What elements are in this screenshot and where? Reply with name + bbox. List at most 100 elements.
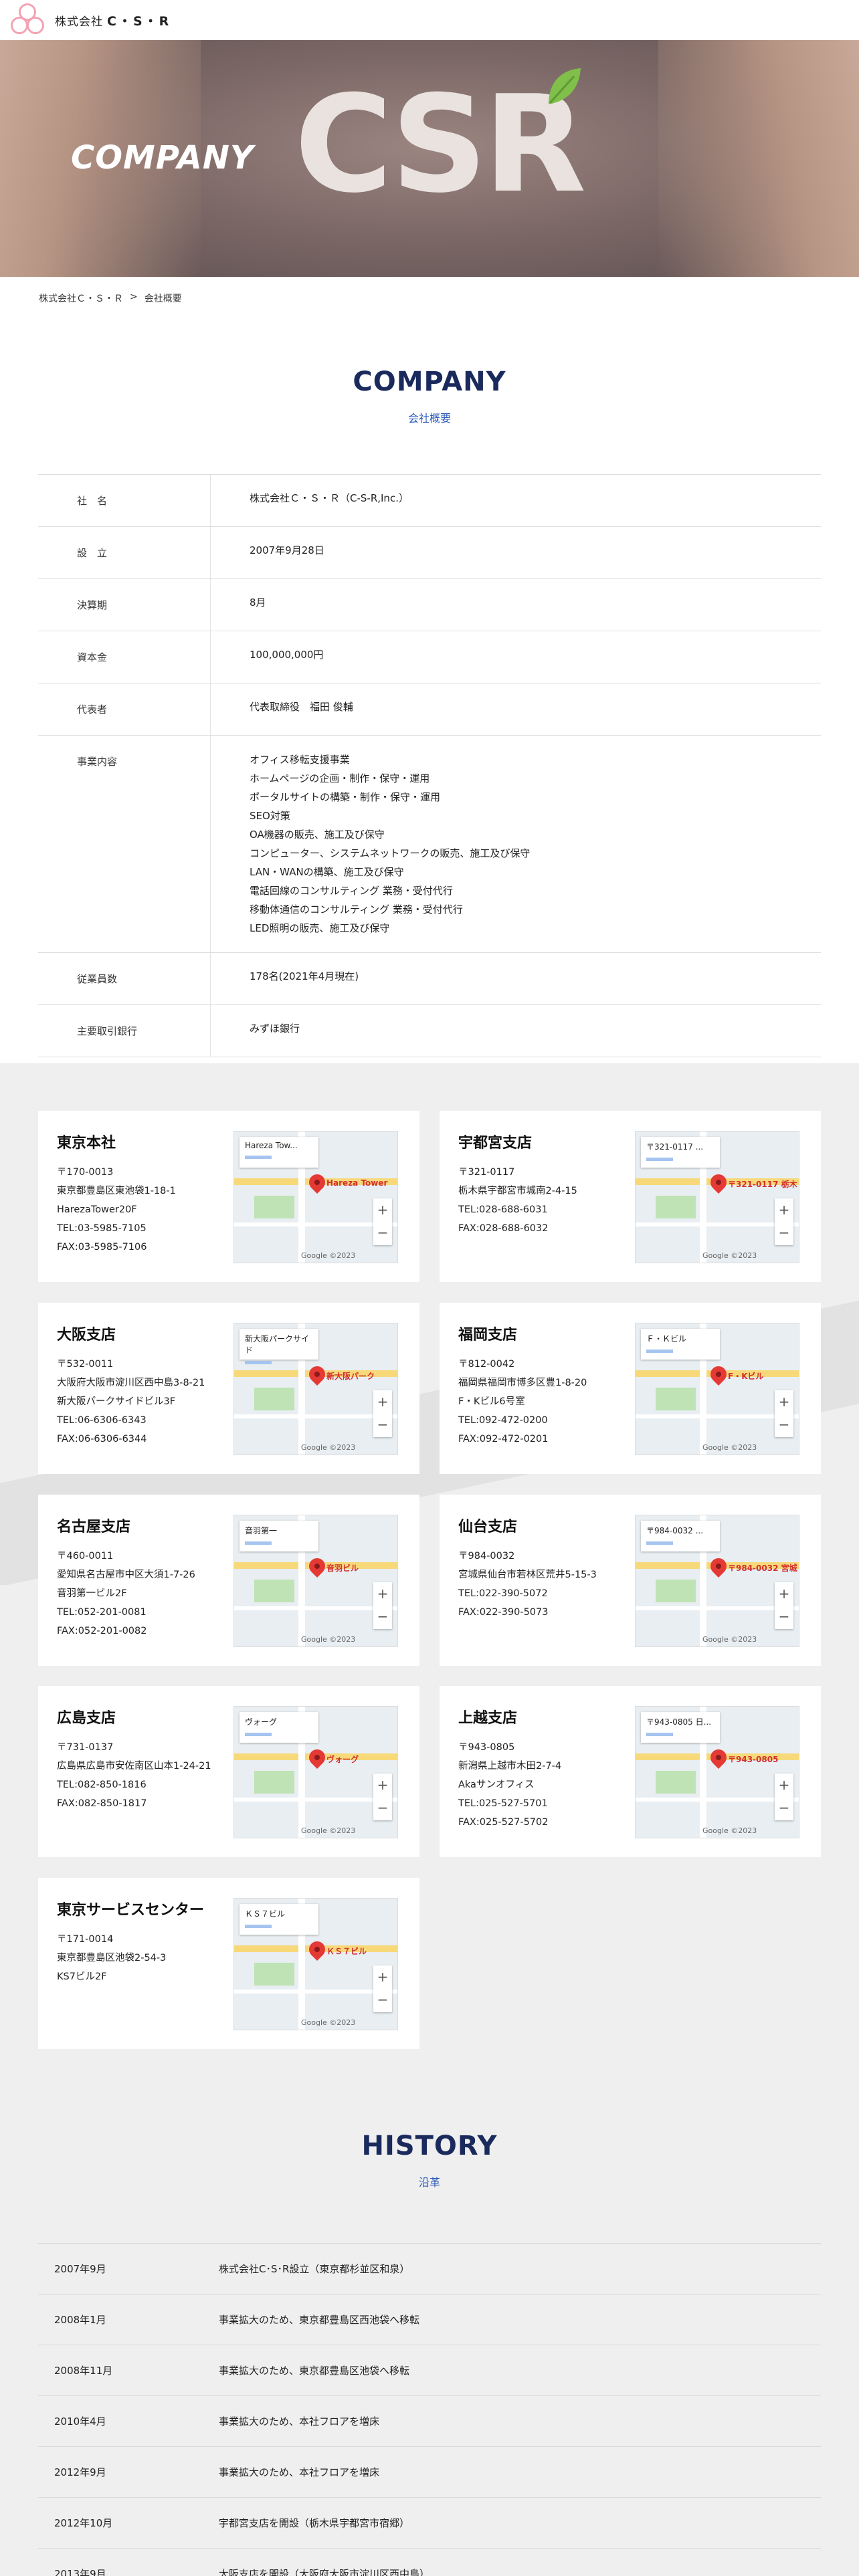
map-zoom-control: + −	[775, 1582, 793, 1629]
map-pin-label: F・Kビル	[728, 1372, 764, 1381]
zoom-out-button[interactable]: −	[775, 1413, 793, 1436]
logo-icon[interactable]	[9, 2, 45, 38]
office-map[interactable]: 〒984-0032 ... 〒984-0032 宮城 + − Google ©2023	[635, 1515, 799, 1647]
office-detail: 〒812-0042	[458, 1359, 515, 1370]
map-place-card[interactable]: 新大阪パークサイド	[240, 1329, 318, 1364]
map-zoom-control: + −	[775, 1774, 793, 1820]
office-map[interactable]: 〒321-0117 ... 〒321-0117 栃木 + − Google ©2023	[635, 1131, 799, 1263]
company-row-bank: 主要取引銀行 みずほ銀行	[38, 1005, 821, 1057]
map-place-card[interactable]: 〒984-0032 ...	[641, 1521, 720, 1551]
map-zoom-control: + −	[775, 1390, 793, 1437]
map-zoom-control: + −	[373, 1198, 392, 1245]
map-pin-label: 〒943-0805	[728, 1755, 779, 1764]
zoom-out-button[interactable]: −	[373, 1221, 392, 1244]
map-pin-icon[interactable]	[306, 1746, 328, 1769]
office-detail: 〒321-0117	[458, 1167, 515, 1178]
zoom-in-button[interactable]: +	[373, 1774, 392, 1796]
business-item: LAN・WANの構築、施工及び保守	[250, 866, 404, 878]
office-map[interactable]: 新大阪パークサイド 新大阪パーク + − Google ©2023	[233, 1323, 398, 1455]
zoom-out-button[interactable]: −	[373, 1796, 392, 1819]
zoom-out-button[interactable]: −	[373, 1413, 392, 1436]
history-row: 2008年11月 事業拡大のため、東京都豊島区池袋へ移転	[38, 2345, 821, 2396]
history-row: 2013年9月 大阪支店を開設（大阪府大阪市淀川区西中島）	[38, 2549, 821, 2576]
office-detail: FAX:052-201-0082	[57, 1626, 147, 1636]
map-pin-icon[interactable]	[306, 1171, 328, 1194]
map-pin-icon[interactable]	[707, 1171, 730, 1194]
office-detail: TEL:06-6306-6343	[57, 1415, 147, 1426]
map-place-card[interactable]: ＫＳ７ビル	[240, 1904, 318, 1935]
map-pin-label: 音羽ビル	[326, 1564, 359, 1573]
breadcrumb-current: 会社概要	[144, 294, 182, 304]
office-map[interactable]: 〒943-0805 日... 〒943-0805 + − Google ©2023	[635, 1706, 799, 1838]
map-attribution: Google ©2023	[301, 1443, 356, 1452]
map-park	[656, 1388, 696, 1410]
site-logo-text[interactable]: 株式会社 C・S・R	[55, 11, 171, 29]
map-attribution: Google ©2023	[301, 1251, 356, 1260]
zoom-in-button[interactable]: +	[373, 1390, 392, 1413]
map-pin-icon[interactable]	[707, 1555, 730, 1578]
zoom-in-button[interactable]: +	[373, 1965, 392, 1988]
company-row-fiscal: 決算期 8月	[38, 579, 821, 631]
zoom-in-button[interactable]: +	[775, 1390, 793, 1413]
zoom-in-button[interactable]: +	[775, 1582, 793, 1605]
zoom-out-button[interactable]: −	[775, 1605, 793, 1628]
map-pin-icon[interactable]	[707, 1746, 730, 1769]
office-card: 上越支店 〒943-0805 新潟県上越市木田2-7-4 Akaサンオフィス TEL:0…	[440, 1686, 821, 1857]
map-pin-icon[interactable]	[306, 1363, 328, 1386]
office-map[interactable]: ＫＳ７ビル ＫＳ７ビル + − Google ©2023	[233, 1898, 398, 2030]
map-pin-label: 〒984-0032 宮城	[728, 1564, 797, 1573]
map-pin-icon[interactable]	[306, 1555, 328, 1578]
zoom-in-button[interactable]: +	[373, 1582, 392, 1605]
zoom-out-button[interactable]: −	[775, 1796, 793, 1819]
office-card: 名古屋支店 〒460-0011 愛知県名古屋市中区大須1-7-26 音羽第一ビル2F T…	[38, 1495, 419, 1666]
map-pin-icon[interactable]	[707, 1363, 730, 1386]
history-row: 2007年9月 株式会社C･S･R設立（東京都杉並区和泉）	[38, 2244, 821, 2294]
office-map[interactable]: ヴォーグ ヴォーグ + − Google ©2023	[233, 1706, 398, 1838]
office-map[interactable]: 音羽第一 音羽ビル + − Google ©2023	[233, 1515, 398, 1647]
map-place-card[interactable]: 音羽第一	[240, 1521, 318, 1551]
map-place-card[interactable]: 〒943-0805 日...	[641, 1712, 720, 1743]
business-item: ポータルサイトの構築・制作・保守・運用	[250, 791, 441, 803]
breadcrumb-home-link[interactable]: 株式会社Ｃ・Ｓ・Ｒ	[39, 292, 123, 305]
business-item: LED照明の販売、施工及び保守	[250, 922, 390, 934]
zoom-in-button[interactable]: +	[775, 1774, 793, 1796]
office-detail: TEL:022-390-5072	[458, 1588, 548, 1599]
map-place-card[interactable]: ヴォーグ	[240, 1712, 318, 1743]
map-link-bar	[245, 1156, 272, 1159]
zoom-out-button[interactable]: −	[775, 1221, 793, 1244]
office-detail: 東京都豊島区東池袋1-18-1	[57, 1186, 176, 1196]
office-map[interactable]: Ｆ・Ｋビル F・Kビル + − Google ©2023	[635, 1323, 799, 1455]
history-section-title: HISTORY	[361, 2131, 498, 2161]
office-detail: FAX:092-472-0201	[458, 1434, 549, 1444]
office-detail: 〒171-0014	[57, 1934, 114, 1945]
office-detail: KS7ビル2F	[57, 1971, 107, 1982]
map-park	[254, 1963, 294, 1985]
map-place-card[interactable]: 〒321-0117 ...	[641, 1137, 720, 1168]
map-place-card[interactable]: Ｆ・Ｋビル	[641, 1329, 720, 1360]
office-map[interactable]: Hareza Tow... Hareza Tower + − Google ©2023	[233, 1131, 398, 1263]
business-item: オフィス移転支援事業	[250, 754, 350, 766]
office-detail: FAX:082-850-1817	[57, 1798, 147, 1809]
zoom-out-button[interactable]: −	[373, 1988, 392, 2011]
map-zoom-control: + −	[373, 1774, 392, 1820]
map-pin-icon[interactable]	[306, 1938, 328, 1961]
map-park	[656, 1771, 696, 1794]
zoom-out-button[interactable]: −	[373, 1605, 392, 1628]
zoom-in-button[interactable]: +	[775, 1198, 793, 1221]
map-link-bar	[245, 1925, 272, 1928]
map-attribution: Google ©2023	[702, 1826, 757, 1835]
business-item: SEO対策	[250, 810, 290, 822]
office-detail: HarezaTower20F	[57, 1204, 137, 1215]
zoom-in-button[interactable]: +	[373, 1198, 392, 1221]
map-zoom-control: + −	[373, 1390, 392, 1437]
office-detail: F・Kビル6号室	[458, 1396, 525, 1407]
company-section-subtitle: 会社概要	[407, 412, 451, 425]
office-detail: 〒984-0032	[458, 1551, 515, 1562]
map-park	[254, 1580, 294, 1602]
map-link-bar	[646, 1733, 673, 1736]
office-card: 東京本社 〒170-0013 東京都豊島区東池袋1-18-1 HarezaTower2…	[38, 1111, 419, 1282]
map-link-bar	[245, 1733, 272, 1736]
map-place-card[interactable]: Hareza Tow...	[240, 1137, 318, 1168]
office-detail: 音羽第一ビル2F	[57, 1588, 127, 1599]
company-row-founded: 設 立 2007年9月28日	[38, 527, 821, 579]
